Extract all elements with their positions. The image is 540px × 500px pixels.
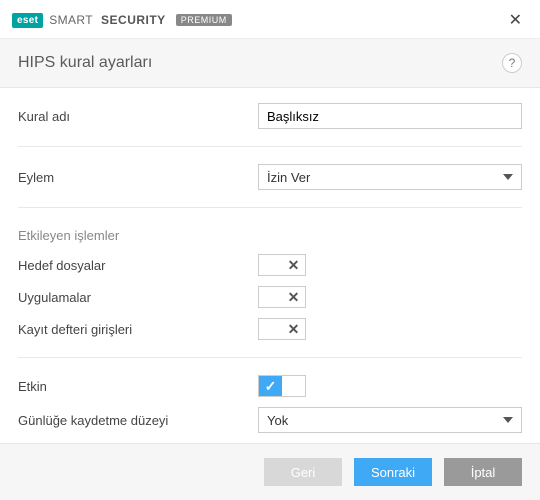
label-rule-name: Kural adı [18,109,258,124]
toggle-registry[interactable]: ✕ [258,318,306,340]
row-rule-name: Kural adı [18,98,522,134]
divider [18,146,522,147]
label-applications: Uygulamalar [18,290,258,305]
rule-name-input[interactable] [258,103,522,129]
section-affecting: Etkileyen işlemler [18,220,522,249]
row-target-files: Hedef dosyalar ✕ [18,249,522,281]
row-registry: Kayıt defteri girişleri ✕ [18,313,522,345]
log-level-value: Yok [267,413,288,428]
x-icon: ✕ [282,255,305,275]
row-applications: Uygulamalar ✕ [18,281,522,313]
help-button[interactable]: ? [502,53,522,73]
toggle-applications[interactable]: ✕ [258,286,306,308]
close-icon[interactable]: ✕ [503,8,528,32]
content-area: Kural adı Eylem İzin Ver Etkileyen işlem… [0,88,540,443]
brand-strong-text: SECURITY [101,13,166,27]
brand-light-text: SMART [49,13,93,27]
chevron-down-icon [503,417,513,423]
footer: Geri Sonraki İptal [0,443,540,500]
next-button[interactable]: Sonraki [354,458,432,486]
window: eset SMART SECURITY PREMIUM ✕ HIPS kural… [0,0,540,500]
back-button: Geri [264,458,342,486]
subheader: HIPS kural ayarları ? [0,39,540,88]
row-log-level: Günlüğe kaydetme düzeyi Yok [18,402,522,438]
toggle-enabled[interactable]: ✓ [258,375,306,397]
action-select-value: İzin Ver [267,170,310,185]
page-title: HIPS kural ayarları [18,54,152,72]
row-enabled: Etkin ✓ [18,370,522,402]
action-select[interactable]: İzin Ver [258,164,522,190]
x-icon: ✕ [282,287,305,307]
label-log-level: Günlüğe kaydetme düzeyi [18,413,258,428]
divider [18,357,522,358]
toggle-target-files[interactable]: ✕ [258,254,306,276]
check-icon: ✓ [259,376,282,396]
label-target-files: Hedef dosyalar [18,258,258,273]
divider [18,207,522,208]
label-enabled: Etkin [18,379,258,394]
titlebar: eset SMART SECURITY PREMIUM ✕ [0,0,540,39]
brand-logo: eset [12,13,43,28]
log-level-select[interactable]: Yok [258,407,522,433]
label-registry: Kayıt defteri girişleri [18,322,258,337]
brand-premium-badge: PREMIUM [176,14,232,26]
row-action: Eylem İzin Ver [18,159,522,195]
chevron-down-icon [503,174,513,180]
cancel-button[interactable]: İptal [444,458,522,486]
x-icon: ✕ [282,319,305,339]
label-action: Eylem [18,170,258,185]
